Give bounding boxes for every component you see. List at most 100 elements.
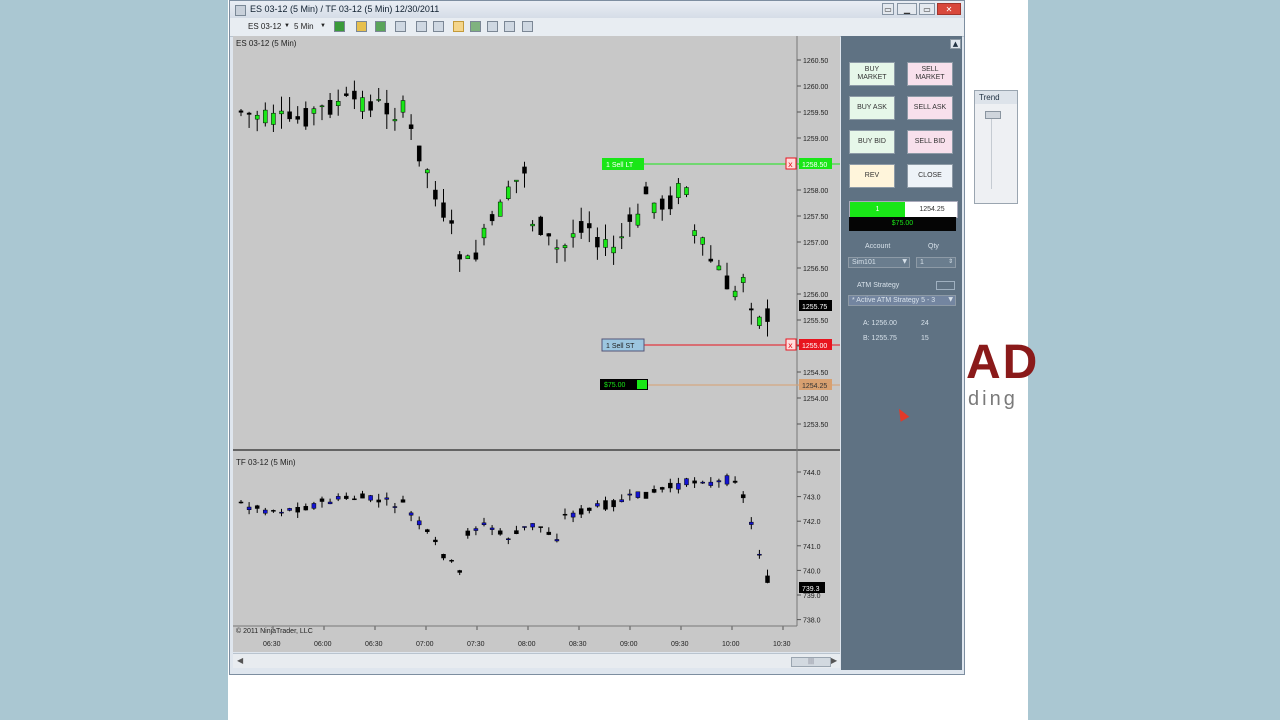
chart-area[interactable]: ES 03-12 (5 Min) TF 03-12 (5 Min) © 2011… — [233, 36, 840, 652]
reverse-button[interactable]: REV — [849, 164, 895, 188]
trend-window[interactable]: Trend — [974, 90, 1018, 204]
indicators-icon[interactable] — [375, 21, 386, 32]
candle-body — [659, 487, 665, 490]
candle-body — [578, 508, 584, 515]
candle-body — [425, 169, 430, 174]
upper-price-label: 1258.00 — [803, 188, 828, 195]
candle-body — [489, 214, 495, 222]
horizontal-scrollbar[interactable]: ◀ ||| ▶ — [233, 653, 840, 668]
candle-body — [327, 501, 333, 505]
print-icon[interactable] — [504, 21, 515, 32]
candle-body — [441, 202, 446, 218]
candle-body — [732, 290, 738, 298]
sell-bid-button[interactable]: SELL BID — [907, 130, 953, 154]
properties-icon[interactable] — [433, 21, 444, 32]
candle-body — [433, 189, 438, 200]
lower-price-label: 741.0 — [803, 544, 821, 551]
candle-body — [554, 539, 560, 542]
candle-body — [335, 496, 341, 500]
maximize-button[interactable]: ▭ — [919, 3, 935, 15]
restore-icon[interactable]: ▭ — [882, 3, 894, 15]
upper-price-label: 1257.00 — [803, 240, 828, 247]
chart-trader-icon[interactable] — [453, 21, 464, 32]
quantity-stepper[interactable]: 1 ⇕ — [916, 257, 956, 268]
buy-bid-button[interactable]: BUY BID — [849, 130, 895, 154]
lower-price-label: 738.0 — [803, 618, 821, 625]
candle-body — [692, 230, 697, 236]
window-title: ES 03-12 (5 Min) / TF 03-12 (5 Min) 12/3… — [250, 4, 440, 14]
upper-price-label: 1255.50 — [803, 318, 828, 325]
candle-body — [554, 247, 560, 250]
instrument-selector[interactable]: ES 03-12 — [248, 20, 281, 33]
account-select[interactable]: Sim101 ▼ — [848, 257, 910, 268]
interval-selector[interactable]: 5 Min — [294, 20, 314, 33]
candle-body — [570, 233, 576, 238]
scrollbar-thumb[interactable]: ||| — [791, 657, 831, 667]
instrument-dropdown-icon[interactable]: ▼ — [284, 20, 290, 33]
atm-properties-icon[interactable] — [936, 281, 955, 290]
toolbar: ES 03-12 ▼ 5 Min ▼ — [230, 18, 964, 37]
upper-price-label: 1256.00 — [803, 292, 828, 299]
candle-body — [465, 255, 471, 259]
layout-icon[interactable] — [522, 21, 533, 32]
candle-body — [271, 510, 276, 512]
cancel-stop-x: x — [788, 341, 793, 350]
strategies-icon[interactable] — [395, 21, 406, 32]
candle-body — [392, 119, 398, 122]
close-button[interactable]: ✕ — [937, 3, 961, 15]
buy-ask-button[interactable]: BUY ASK — [849, 96, 895, 120]
interval-dropdown-icon[interactable]: ▼ — [320, 20, 326, 33]
scroll-right-icon[interactable]: ▶ — [831, 656, 837, 665]
candle-body — [376, 99, 381, 101]
title-bar[interactable]: ES 03-12 (5 Min) / TF 03-12 (5 Min) 12/3… — [230, 1, 964, 18]
candle-body — [489, 527, 495, 530]
snapshot-icon[interactable] — [487, 21, 498, 32]
candle-body — [749, 308, 754, 311]
chevron-down-icon: ▼ — [948, 296, 953, 303]
candle-body — [595, 503, 600, 507]
candle-body — [303, 108, 309, 127]
quantity-value: 1 — [920, 259, 924, 266]
zoom-icon[interactable] — [416, 21, 427, 32]
candle-body — [416, 145, 422, 162]
collapse-panel-icon[interactable]: ▲ — [950, 39, 961, 49]
candle-body — [603, 500, 608, 510]
drawing-tools-icon[interactable] — [356, 21, 367, 32]
candle-body — [392, 506, 398, 508]
trend-slider-thumb[interactable] — [985, 111, 1001, 119]
candle-body — [757, 316, 762, 326]
candle-body — [651, 202, 657, 214]
stepper-icon[interactable]: ⇕ — [948, 258, 953, 265]
sell-stop-label: 1 Sell ST — [606, 343, 635, 350]
scroll-left-icon[interactable]: ◀ — [237, 656, 243, 665]
candle-body — [619, 499, 624, 503]
chart-svg[interactable]: ES 03-12 (5 Min) TF 03-12 (5 Min) © 2011… — [233, 36, 840, 652]
buy-market-button[interactable]: BUY MARKET — [849, 62, 895, 86]
candle-body — [457, 254, 462, 260]
time-label: 09:00 — [620, 641, 638, 648]
candle-body — [335, 101, 341, 106]
sell-ask-button[interactable]: SELL ASK — [907, 96, 953, 120]
minimize-button[interactable]: ▁ — [897, 3, 917, 15]
sell-market-button[interactable]: SELL MARKET — [907, 62, 953, 86]
unrealized-pnl: $75.00 — [849, 217, 956, 231]
atm-strategy-select[interactable]: * Active ATM Strategy 5 - 3 ▼ — [848, 295, 956, 306]
lower-price-label: 743.0 — [803, 495, 821, 502]
account-label: Account — [865, 243, 891, 250]
candle-body — [546, 531, 552, 535]
candle-body — [319, 105, 325, 108]
candle-body — [522, 166, 527, 174]
candle-body — [425, 529, 430, 532]
candle-body — [238, 501, 244, 504]
close-position-button[interactable]: CLOSE — [907, 164, 953, 188]
candle-body — [400, 499, 406, 503]
candle-body — [765, 308, 770, 322]
atm-strategy-label: ATM Strategy — [857, 282, 900, 289]
candle-body — [643, 186, 649, 195]
upper-price-label: 1254.50 — [803, 370, 828, 377]
candle-body — [724, 475, 730, 485]
chart-style-icon[interactable] — [334, 21, 345, 32]
candle-body — [506, 186, 511, 199]
candle-body — [287, 508, 292, 511]
data-box-icon[interactable] — [470, 21, 481, 32]
